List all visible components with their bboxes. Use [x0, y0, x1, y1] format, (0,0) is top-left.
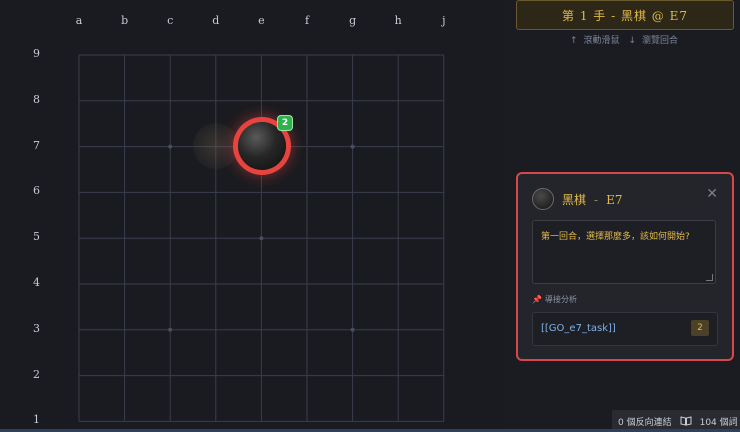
column-label-e: e: [258, 14, 265, 27]
move-note-panel: 黑棋 - E7 ✕ 第一回合，選擇那麼多，該如何開始? 📌 導接分析 [[GO_e7_…: [516, 172, 734, 361]
word-count: 104 個詞: [699, 417, 738, 428]
pin-icon: 📌: [532, 295, 542, 304]
go-board[interactable]: a b c d e f g h j 9 8 7 6 5 4 3 2 1 2: [0, 0, 505, 432]
star-point: [259, 236, 264, 241]
link-count-badge: 2: [691, 320, 709, 336]
column-label-c: c: [167, 14, 174, 27]
backlinks-count[interactable]: 0 個反向連結: [618, 415, 672, 428]
column-label-f: f: [304, 14, 310, 27]
navigation-hint: ↑ 滾動滑鼠 ↓ 瀏覽回合: [516, 33, 732, 46]
row-label-7: 7: [33, 138, 40, 152]
section-label: 📌 導接分析: [532, 294, 577, 305]
resize-handle[interactable]: [706, 274, 713, 281]
row-label-9: 9: [33, 47, 40, 60]
linked-note-row[interactable]: [[GO_e7_task]] 2: [532, 312, 718, 346]
row-label-3: 3: [33, 321, 40, 335]
board-grid: [78, 54, 445, 422]
row-label-2: 2: [33, 367, 40, 381]
title-separator: -: [594, 193, 599, 207]
star-point: [350, 144, 355, 149]
stone-color-label: 黑棋: [562, 193, 587, 207]
coord-label: E7: [606, 193, 623, 207]
row-label-4: 4: [33, 276, 40, 289]
note-textarea[interactable]: 第一回合，選擇那麼多，該如何開始?: [532, 220, 716, 284]
arrow-down-icon: ↓: [628, 36, 636, 46]
row-label-1: 1: [33, 413, 40, 427]
note-text: 第一回合，選擇那麼多，該如何開始?: [541, 232, 690, 242]
black-stone-icon: [532, 188, 554, 210]
star-point: [350, 327, 355, 332]
panel-title: 黑棋 - E7: [562, 191, 622, 208]
move-number-badge: 2: [278, 116, 292, 130]
hint-scroll-text: 滾動滑鼠: [583, 36, 620, 46]
close-icon[interactable]: ✕: [706, 186, 718, 202]
column-label-a: a: [75, 14, 83, 27]
row-label-5: 5: [33, 230, 40, 244]
row-label-8: 8: [33, 92, 40, 106]
ghost-stone: [193, 123, 239, 169]
hint-browse-text: 瀏覽回合: [641, 36, 678, 46]
star-point: [168, 144, 173, 149]
column-label-b: b: [121, 14, 129, 27]
section-label-text: 導接分析: [544, 295, 577, 304]
column-label-d: d: [212, 14, 220, 27]
linked-note-link[interactable]: [[GO_e7_task]]: [541, 323, 616, 334]
star-point: [168, 327, 173, 332]
column-label-h: h: [394, 14, 402, 27]
book-icon: [680, 416, 692, 426]
move-banner: 第 1 手 - 黑棋 @ E7: [516, 0, 734, 30]
column-label-g: g: [349, 14, 357, 27]
arrow-up-icon: ↑: [570, 36, 578, 46]
column-label-j: j: [442, 14, 446, 27]
row-label-6: 6: [33, 184, 40, 198]
